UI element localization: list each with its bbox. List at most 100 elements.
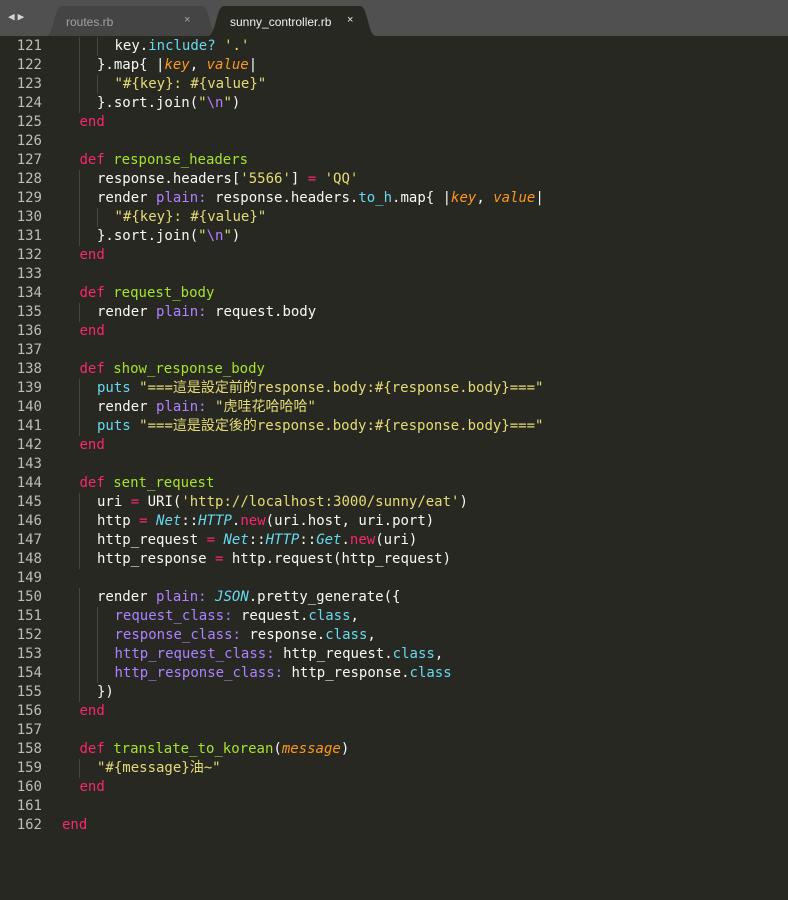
indent-guide (79, 379, 80, 398)
code-line[interactable]: 125 end (0, 113, 788, 132)
line-code: http_response_class: http_response.class (115, 664, 452, 683)
code-line[interactable]: 140 render plain: "虎哇花哈哈哈" (0, 398, 788, 417)
code-line[interactable]: 154 http_response_class: http_response.cl… (0, 664, 788, 683)
code-token: . (341, 532, 350, 548)
code-token: http_request. (274, 646, 393, 662)
line-code: http_request_class: http_request.class, (115, 645, 444, 664)
code-token: render (97, 190, 157, 206)
code-line[interactable]: 132 end (0, 246, 788, 265)
code-line[interactable]: 123 "#{key}: #{value}" (0, 75, 788, 94)
code-editor[interactable]: 121 key.include? '.' 122}.map{ |key, value… (0, 36, 788, 900)
close-icon[interactable]: × (347, 14, 353, 26)
code-line[interactable]: 147 http_request = Net::HTTP::Get.new(uri… (0, 531, 788, 550)
code-line[interactable]: 145 uri = URI('http://localhost:3000/sunn… (0, 493, 788, 512)
code-token: '5566' (240, 171, 291, 187)
code-token: def (79, 152, 105, 168)
code-token: HTTP (198, 513, 232, 529)
back-arrow-icon[interactable]: ◀ (8, 10, 18, 23)
line-number: 157 (16, 722, 42, 738)
line-code: "#{message}油~" (97, 759, 221, 778)
indent-guide (79, 417, 80, 436)
code-line[interactable]: 128 response.headers['5566'] = 'QQ' (0, 170, 788, 189)
line-code: def show_response_body (80, 360, 265, 379)
code-line[interactable]: 122}.map{ |key, value| (0, 56, 788, 75)
code-token: ] (290, 171, 308, 187)
code-line[interactable]: 139 puts "===這是設定前的response.body:#{respon… (0, 379, 788, 398)
code-line[interactable]: 156 end (0, 702, 788, 721)
code-line[interactable]: 135 render plain: request.body (0, 303, 788, 322)
code-token: end (79, 114, 105, 130)
tab-routes[interactable]: routes.rb × (46, 6, 218, 36)
code-line[interactable]: 152 response_class: response.class, (0, 626, 788, 645)
code-line[interactable]: 157 (0, 721, 788, 740)
code-line[interactable]: 131}.sort.join("\n") (0, 227, 788, 246)
forward-arrow-icon[interactable]: ▶ (18, 10, 28, 23)
code-line[interactable]: 148 http_response = http.request(http_req… (0, 550, 788, 569)
indent-guide (96, 607, 98, 626)
line-code: render plain: response.headers.to_h.map{… (97, 189, 544, 208)
code-line[interactable]: 124}.sort.join("\n") (0, 94, 788, 113)
code-token: }.sort.join( (97, 228, 199, 244)
code-line[interactable]: 133 (0, 265, 788, 284)
code-token: request_class: (114, 608, 233, 624)
code-line[interactable]: 162 end (0, 816, 788, 835)
code-token: " (223, 95, 232, 111)
code-line[interactable]: 134 def request_body (0, 284, 788, 303)
code-token: }.map{ | (97, 57, 165, 73)
code-token: puts (97, 418, 131, 434)
line-number: 162 (16, 817, 42, 833)
code-line[interactable]: 160 end (0, 778, 788, 797)
code-line[interactable]: 141 puts "===這是設定後的response.body:#{respon… (0, 417, 788, 436)
code-token: \n (206, 228, 224, 244)
indent-guide (79, 683, 80, 702)
code-line[interactable]: 153 http_request_class: http_request.clas… (0, 645, 788, 664)
line-code: request_class: request.class, (115, 607, 359, 626)
code-token: response.headers. (206, 190, 359, 206)
code-line[interactable]: 136 end (0, 322, 788, 341)
code-token: request. (232, 608, 309, 624)
code-line[interactable]: 143 (0, 455, 788, 474)
code-line[interactable]: 158 def translate_to_korean(message) (0, 740, 788, 759)
line-number: 145 (16, 494, 42, 510)
code-token: to_h (358, 190, 393, 206)
code-line[interactable]: 159 "#{message}油~" (0, 759, 788, 778)
code-line[interactable]: 138 def show_response_body (0, 360, 788, 379)
close-icon[interactable]: × (184, 14, 190, 26)
code-line[interactable]: 161 (0, 797, 788, 816)
line-code: uri = URI('http://localhost:3000/sunny/e… (97, 493, 468, 512)
line-code: render plain: "虎哇花哈哈哈" (97, 398, 316, 417)
code-line[interactable]: 121 key.include? '.' (0, 37, 788, 56)
line-number: 137 (16, 342, 42, 358)
code-token: = (206, 532, 216, 548)
code-line[interactable]: 130 "#{key}: #{value}" (0, 208, 788, 227)
line-number: 147 (16, 532, 42, 548)
code-line[interactable]: 127 def response_headers (0, 151, 788, 170)
code-token: http.request(http_request) (223, 551, 452, 567)
code-token: (uri.host, uri.port) (265, 513, 435, 529)
tab-sunny-controller[interactable]: sunny_controller.rb × (208, 6, 376, 36)
line-number: 139 (16, 380, 42, 396)
indent-guide (79, 626, 80, 645)
code-token: end (62, 817, 88, 833)
code-token: response.headers[ (97, 171, 241, 187)
code-line[interactable]: 142 end (0, 436, 788, 455)
code-line[interactable]: 137 (0, 341, 788, 360)
code-token: Get (316, 532, 342, 548)
code-token: ( (273, 741, 282, 757)
code-line[interactable]: 146 http = Net::HTTP.new(uri.host, uri.po… (0, 512, 788, 531)
code-line[interactable]: 144 def sent_request (0, 474, 788, 493)
code-line[interactable]: 150 render plain: JSON.pretty_generate({ (0, 588, 788, 607)
code-line[interactable]: 155}) (0, 683, 788, 702)
indent-guide (79, 607, 80, 626)
code-line[interactable]: 129 render plain: response.headers.to_h.m… (0, 189, 788, 208)
code-token: show_response_body (113, 361, 265, 377)
code-token: '.' (224, 38, 250, 54)
code-line[interactable]: 149 (0, 569, 788, 588)
code-line[interactable]: 126 (0, 132, 788, 151)
code-line[interactable]: 151 request_class: request.class, (0, 607, 788, 626)
